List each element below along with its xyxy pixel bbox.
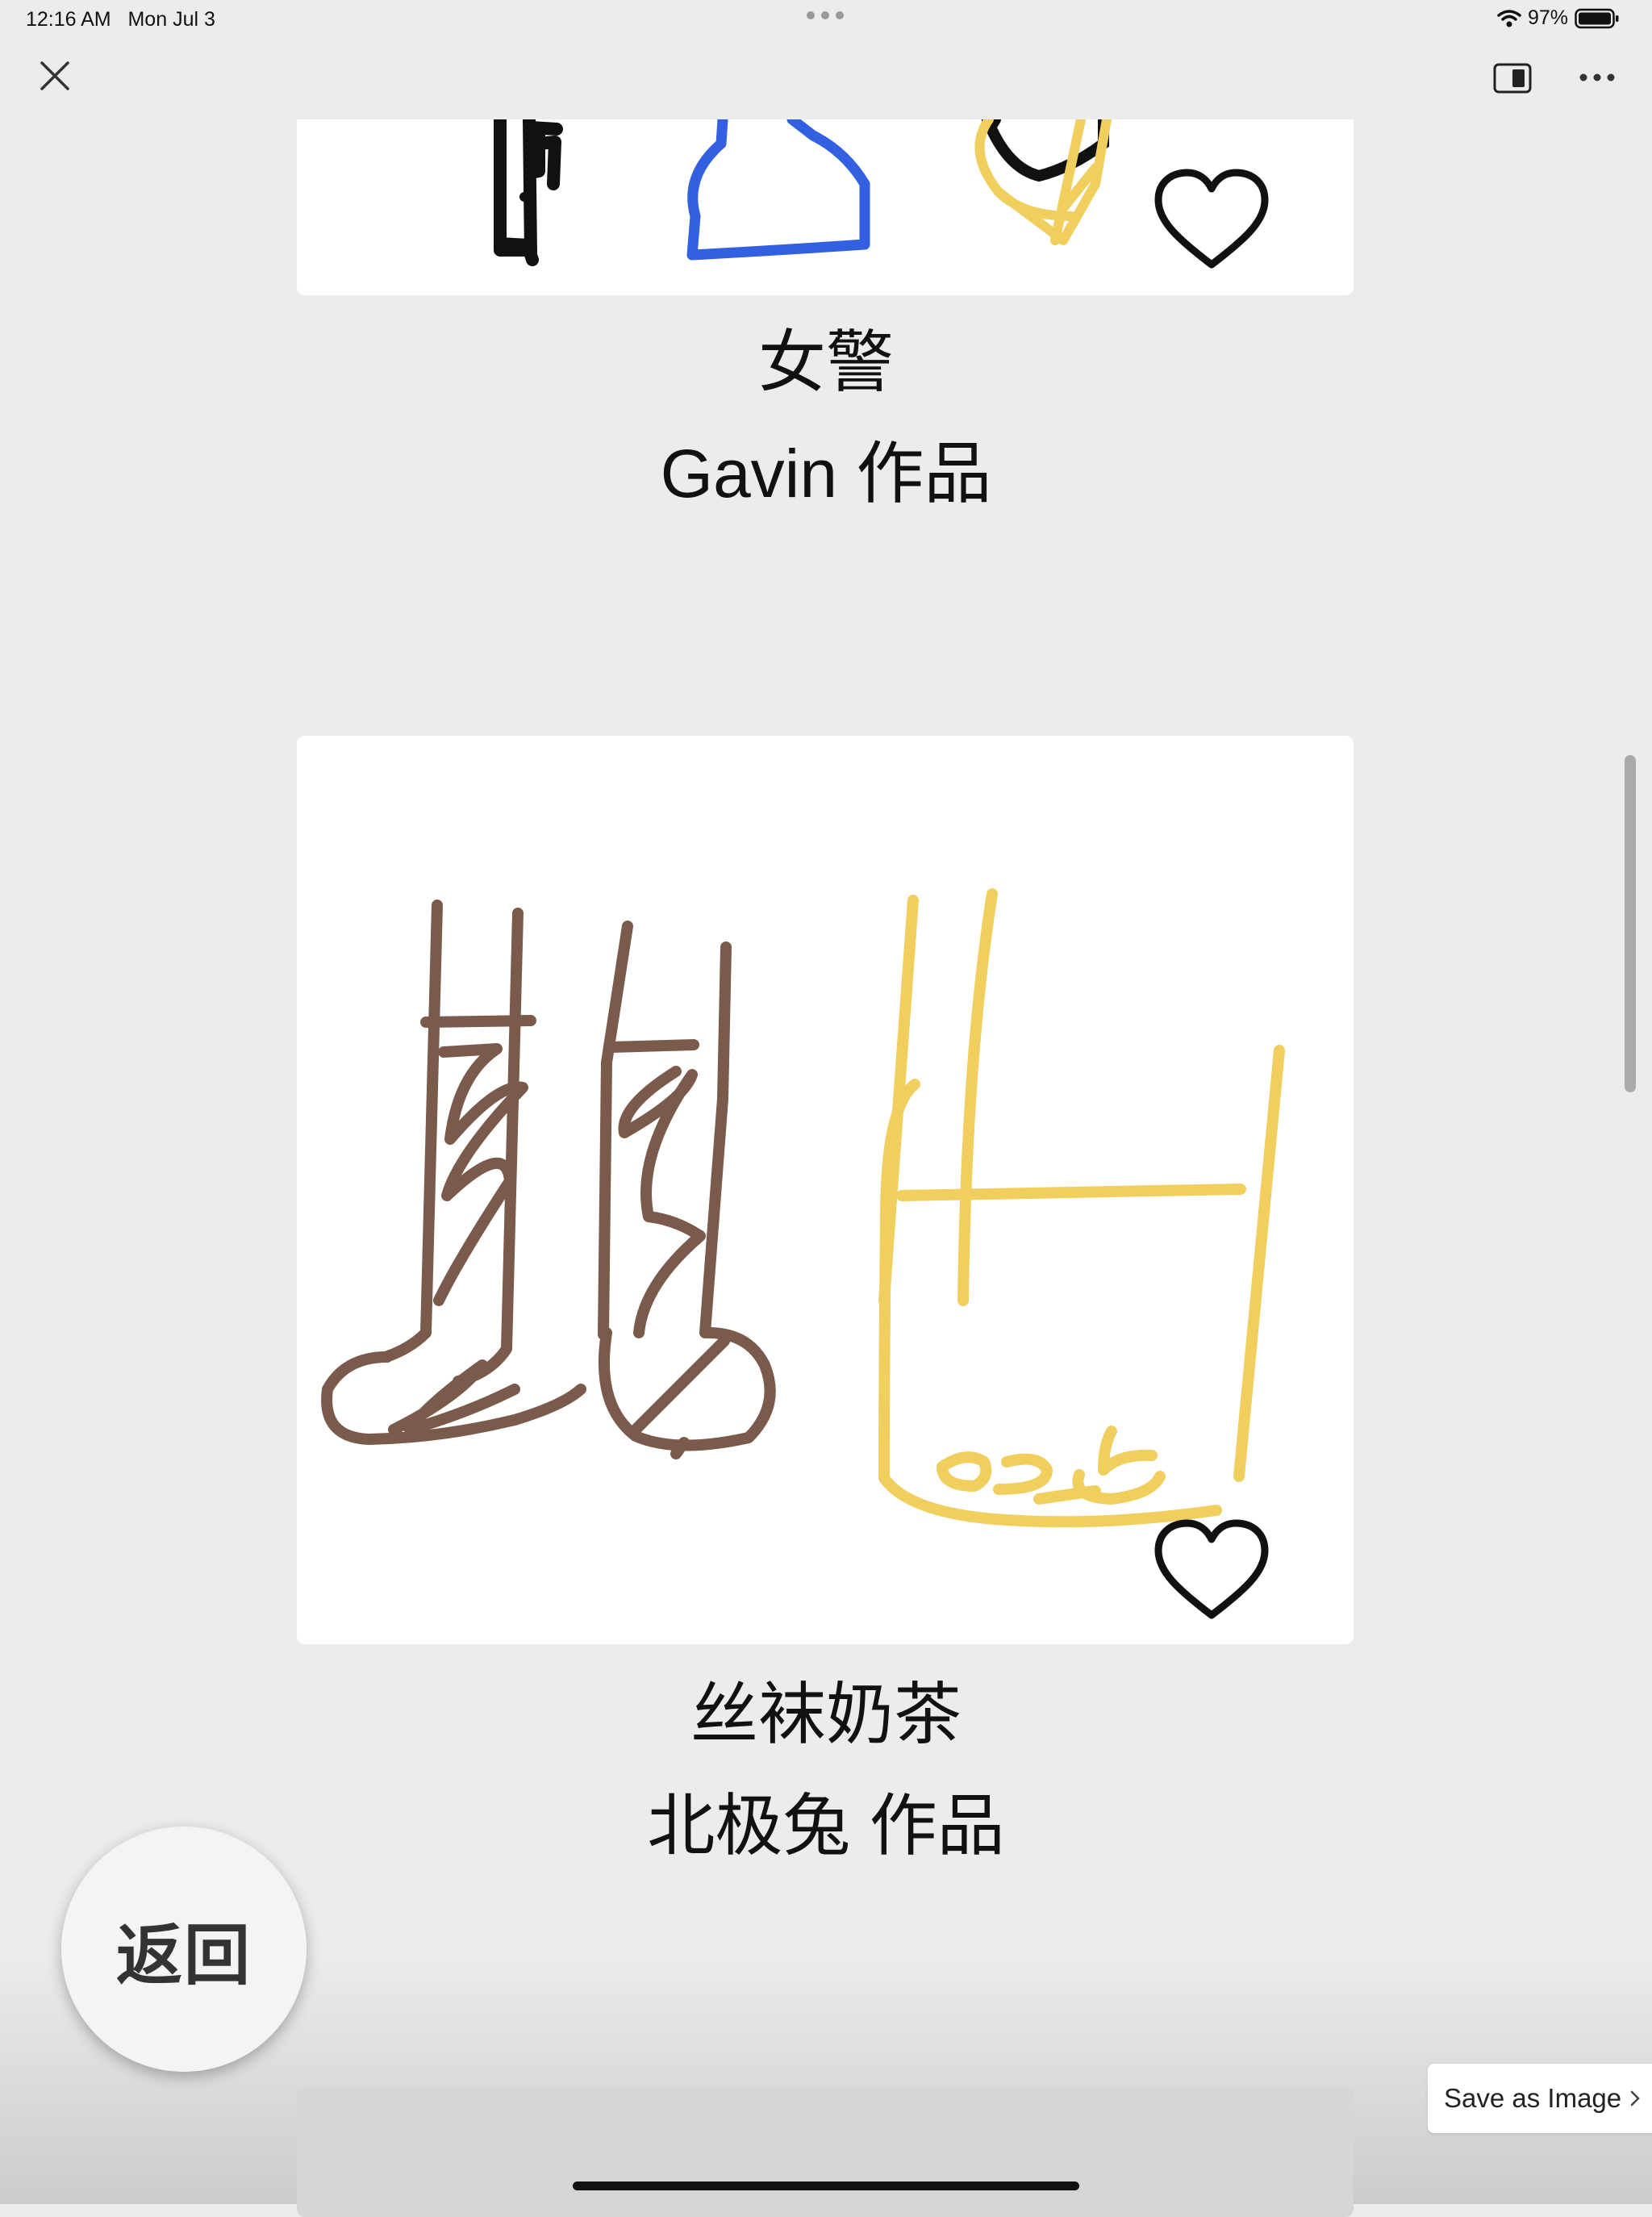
close-icon[interactable]: [35, 56, 74, 95]
heart-icon[interactable]: [1153, 1518, 1270, 1622]
artwork-card[interactable]: [297, 736, 1354, 1644]
status-time: 12:16 AM Mon Jul 3: [26, 8, 215, 31]
artwork-title: 女警: [757, 324, 894, 400]
save-as-image-label: Save as Image: [1444, 2083, 1622, 2113]
battery-icon: [1575, 8, 1619, 28]
multitasking-dots[interactable]: [807, 11, 844, 19]
back-button[interactable]: 返回: [61, 1827, 307, 2072]
save-as-image-button[interactable]: Save as Image: [1428, 2064, 1652, 2133]
heart-icon[interactable]: [1153, 168, 1270, 271]
home-indicator[interactable]: [573, 2182, 1079, 2190]
wifi-icon: [1497, 9, 1521, 27]
status-right: 97%: [1497, 6, 1620, 30]
battery-percent: 97%: [1527, 6, 1568, 29]
artwork-card-next[interactable]: [297, 2088, 1354, 2217]
artwork-author: Gavin 作品: [660, 436, 992, 511]
more-icon[interactable]: [1577, 68, 1617, 87]
scrollbar[interactable]: [1625, 755, 1636, 1092]
status-bar: 12:16 AM Mon Jul 3 97%: [0, 0, 1652, 39]
artwork-card[interactable]: [297, 119, 1354, 295]
sidebar-toggle-icon[interactable]: [1492, 60, 1533, 97]
artwork-drawing: [321, 888, 1285, 1528]
artwork-title: 丝袜奶茶: [690, 1676, 962, 1752]
chevron-right-icon: [1630, 2090, 1640, 2106]
